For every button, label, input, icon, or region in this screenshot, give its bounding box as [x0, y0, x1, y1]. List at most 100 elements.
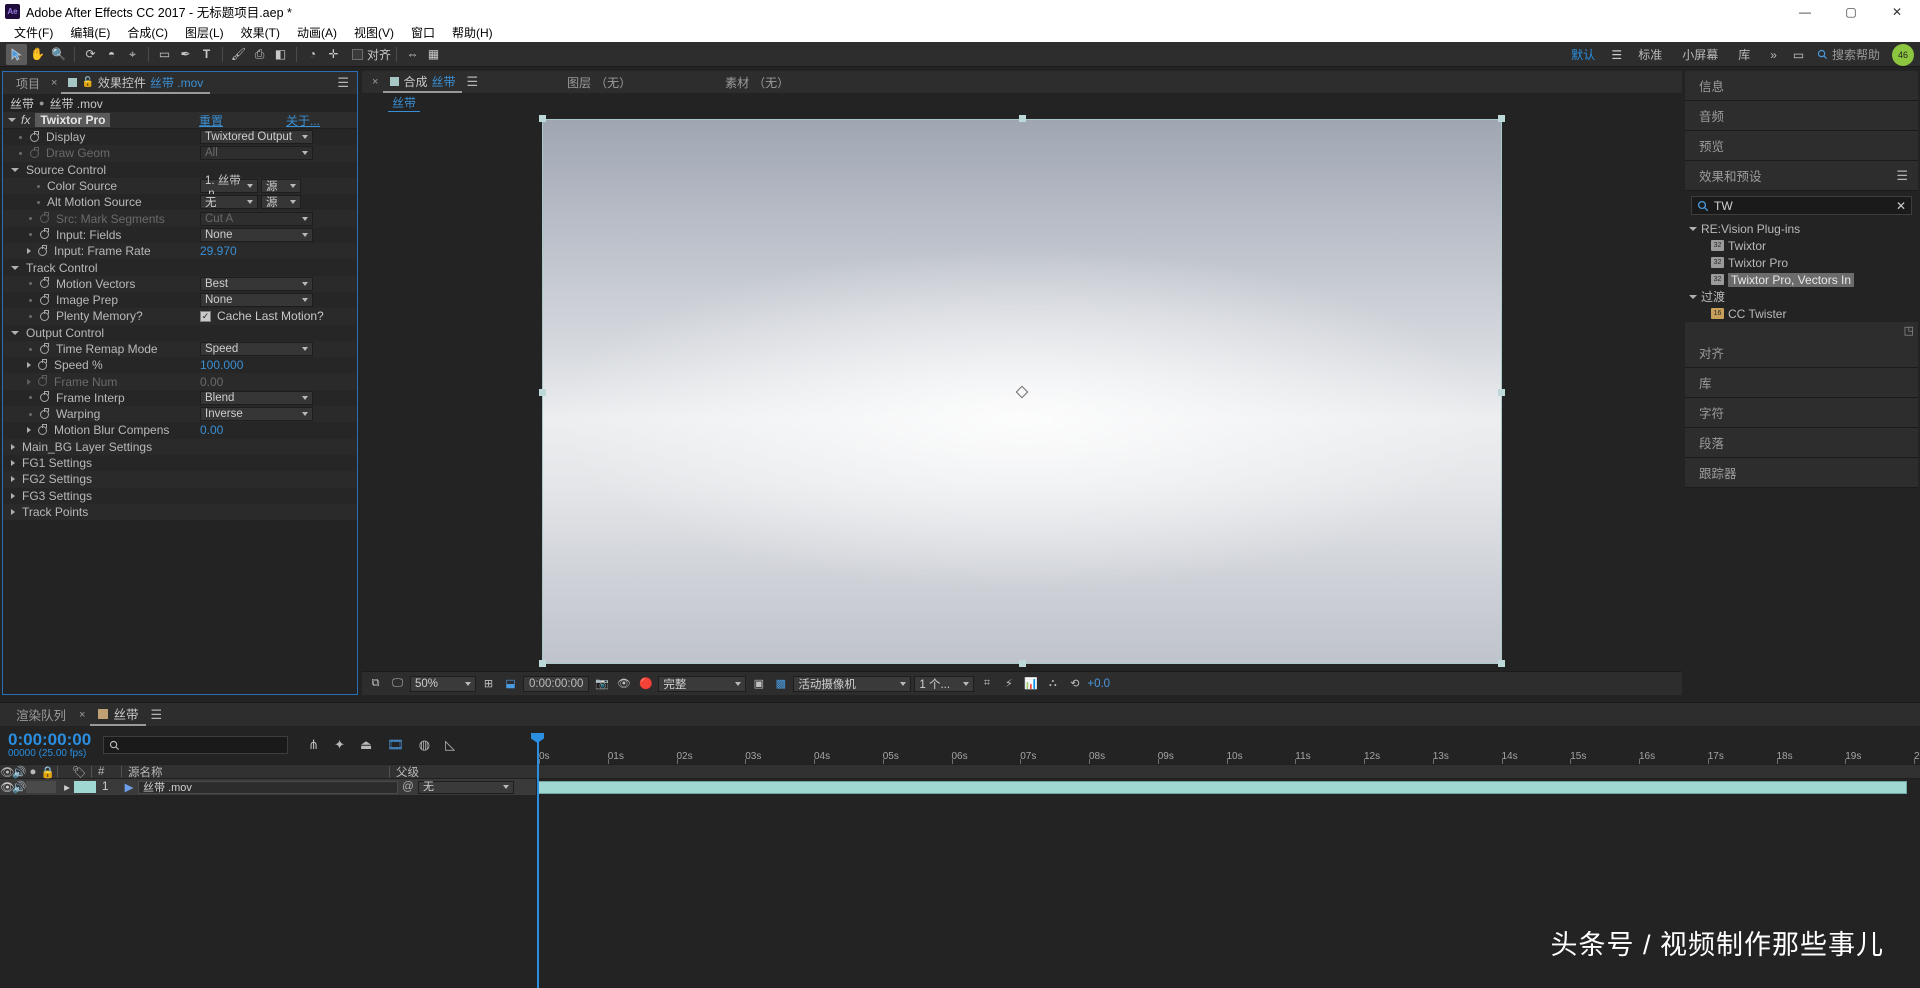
effect-row[interactable]: Display Twixtored Output: [3, 129, 357, 146]
tree-disclosure-icon[interactable]: [1689, 294, 1697, 299]
help-search[interactable]: 搜索帮助: [1811, 46, 1886, 63]
effect-row[interactable]: Time Remap Mode Speed: [3, 340, 357, 358]
effect-row[interactable]: Color Source 1. 丝带 .n 源: [3, 175, 357, 200]
view-layout-dropdown[interactable]: 1 个...: [914, 675, 975, 692]
effect-disclosure-icon[interactable]: [8, 118, 16, 122]
panel-库[interactable]: 库: [1685, 368, 1918, 398]
solo-switch-icon[interactable]: ●: [26, 766, 40, 778]
layer-audio-toggle[interactable]: 🔊: [12, 780, 26, 794]
effect-row-value[interactable]: 29.970: [200, 244, 237, 258]
workspace-library[interactable]: 库: [1729, 44, 1759, 65]
anchor-point-icon[interactable]: [1015, 385, 1029, 398]
region-of-interest-icon[interactable]: ⬓: [501, 675, 520, 693]
effect-row-value[interactable]: All: [200, 146, 313, 161]
numeric-value[interactable]: 0.00: [200, 375, 223, 389]
screen-toggle-icon[interactable]: ▭: [1788, 44, 1809, 65]
resize-grip-icon[interactable]: ◳: [1904, 324, 1914, 337]
effects-search-input[interactable]: [1714, 198, 1891, 213]
menu-item-8[interactable]: 帮助(H): [444, 23, 501, 42]
video-switch-icon[interactable]: 👁: [0, 765, 15, 779]
current-time-display[interactable]: 0:00:00:00: [523, 675, 590, 692]
effect-row-value[interactable]: 无源: [200, 195, 301, 210]
effect-row[interactable]: Draw Geom All: [3, 145, 357, 162]
layer-shy-toggle[interactable]: ▸: [60, 780, 74, 794]
panel-effects-presets[interactable]: 效果和预设 ☰: [1685, 161, 1918, 191]
effect-row-value[interactable]: 0.00: [200, 423, 223, 437]
audio-switch-icon[interactable]: 🔊: [12, 765, 26, 779]
draft-3d-icon[interactable]: ✦: [334, 737, 345, 753]
handle-middle-left[interactable]: [539, 388, 546, 396]
handle-bottom-left[interactable]: [539, 660, 546, 667]
property-disclosure-icon[interactable]: [27, 248, 31, 255]
grid-guides-icon[interactable]: ⊞: [479, 675, 498, 693]
zoom-level-dropdown[interactable]: 50%: [410, 675, 476, 692]
menu-item-3[interactable]: 图层(L): [177, 23, 232, 42]
breadcrumb-comp[interactable]: 丝带: [10, 95, 34, 112]
current-time-indicator[interactable]: [531, 733, 544, 988]
effect-row[interactable]: Motion Blur Compens 0.00: [3, 422, 357, 439]
group-disclosure-icon[interactable]: [11, 476, 15, 483]
group-disclosure-icon[interactable]: [11, 330, 19, 335]
transparency-grid-icon[interactable]: ▩: [771, 675, 790, 693]
layer-video-toggle[interactable]: 👁: [0, 780, 15, 794]
effect-about-button[interactable]: 关于...: [286, 112, 320, 129]
effects-tree-item[interactable]: 16 CC Twister: [1685, 305, 1918, 322]
menu-item-1[interactable]: 编辑(E): [62, 23, 118, 42]
tab-footage[interactable]: 素材 （无）: [718, 71, 796, 93]
main-viewer-icon[interactable]: 🖵: [388, 675, 407, 693]
workspace-menu-icon[interactable]: ☰: [1606, 44, 1627, 65]
handle-middle-right[interactable]: [1498, 388, 1505, 396]
layer-lock-toggle[interactable]: [40, 781, 56, 793]
lock-switch-icon[interactable]: 🔒: [40, 765, 56, 779]
pixel-aspect-icon[interactable]: ⌗: [977, 675, 996, 693]
effect-row-value[interactable]: Cut A: [200, 211, 313, 226]
timeline-current-time[interactable]: 0:00:00:00: [8, 731, 91, 748]
menu-item-6[interactable]: 视图(V): [346, 23, 402, 42]
layer-solo-toggle[interactable]: [26, 781, 40, 793]
effect-row-value[interactable]: None: [200, 293, 313, 308]
value-dropdown[interactable]: All: [200, 146, 313, 161]
tree-disclosure-icon[interactable]: [1689, 226, 1697, 231]
effect-row[interactable]: Motion Vectors Best: [3, 275, 357, 292]
menu-item-0[interactable]: 文件(F): [6, 23, 61, 42]
snap-checkbox[interactable]: [352, 48, 363, 60]
effect-row[interactable]: Src: Mark Segments Cut A: [3, 210, 357, 227]
menu-item-5[interactable]: 动画(A): [289, 23, 345, 42]
eraser-tool-icon[interactable]: ◧: [270, 44, 291, 65]
effect-row[interactable]: Frame Interp Blend: [3, 389, 357, 407]
effect-row[interactable]: Input: Frame Rate 29.970: [3, 243, 357, 260]
timeline-ruler[interactable]: 0s 01s 02s 03s 04s 05s 06s 07s 08s 09s 10s 11s 12s 13…: [536, 726, 1920, 764]
pan-behind-tool-icon[interactable]: ⌖: [122, 44, 143, 65]
layer-duration-bar[interactable]: [537, 781, 1907, 794]
property-disclosure-icon[interactable]: [27, 427, 31, 434]
panel-info[interactable]: 信息: [1685, 71, 1918, 101]
effect-row[interactable]: FG1 Settings: [3, 454, 357, 472]
value-dropdown[interactable]: Twixtored Output: [200, 130, 313, 145]
group-disclosure-icon[interactable]: [11, 508, 15, 515]
close-icon[interactable]: ✕: [1874, 0, 1920, 23]
handle-bottom-right[interactable]: [1498, 660, 1505, 667]
group-disclosure-icon[interactable]: [11, 460, 15, 467]
channel-rgb-icon[interactable]: 🔴: [636, 675, 655, 693]
stopwatch-icon[interactable]: [40, 309, 49, 321]
handle-top-right[interactable]: [1498, 115, 1505, 122]
enable-frame-blending-icon[interactable]: 🎞: [387, 737, 404, 753]
stopwatch-icon[interactable]: [38, 244, 47, 256]
effect-row[interactable]: Output Control: [3, 324, 357, 341]
align-axis-icon[interactable]: ⇔: [402, 44, 423, 65]
rotation-tool-icon[interactable]: ⟳: [80, 44, 101, 65]
graph-editor-icon[interactable]: ◺: [445, 737, 455, 753]
numeric-value[interactable]: 100.000: [200, 358, 243, 372]
menu-item-2[interactable]: 合成(C): [119, 23, 176, 42]
effect-row-value[interactable]: 100.000: [200, 358, 243, 372]
numeric-value[interactable]: 29.970: [200, 244, 237, 258]
group-disclosure-icon[interactable]: [11, 443, 15, 450]
effects-tree-item[interactable]: 32 Twixtor: [1685, 237, 1918, 254]
hide-shy-layers-icon[interactable]: ⏏: [360, 737, 372, 753]
stopwatch-icon[interactable]: [30, 146, 39, 158]
handle-bottom-center[interactable]: [1019, 660, 1026, 667]
panel-段落[interactable]: 段落: [1685, 428, 1918, 458]
stopwatch-icon[interactable]: [40, 407, 49, 419]
menu-item-4[interactable]: 效果(T): [233, 23, 288, 42]
stopwatch-icon[interactable]: [40, 212, 49, 224]
